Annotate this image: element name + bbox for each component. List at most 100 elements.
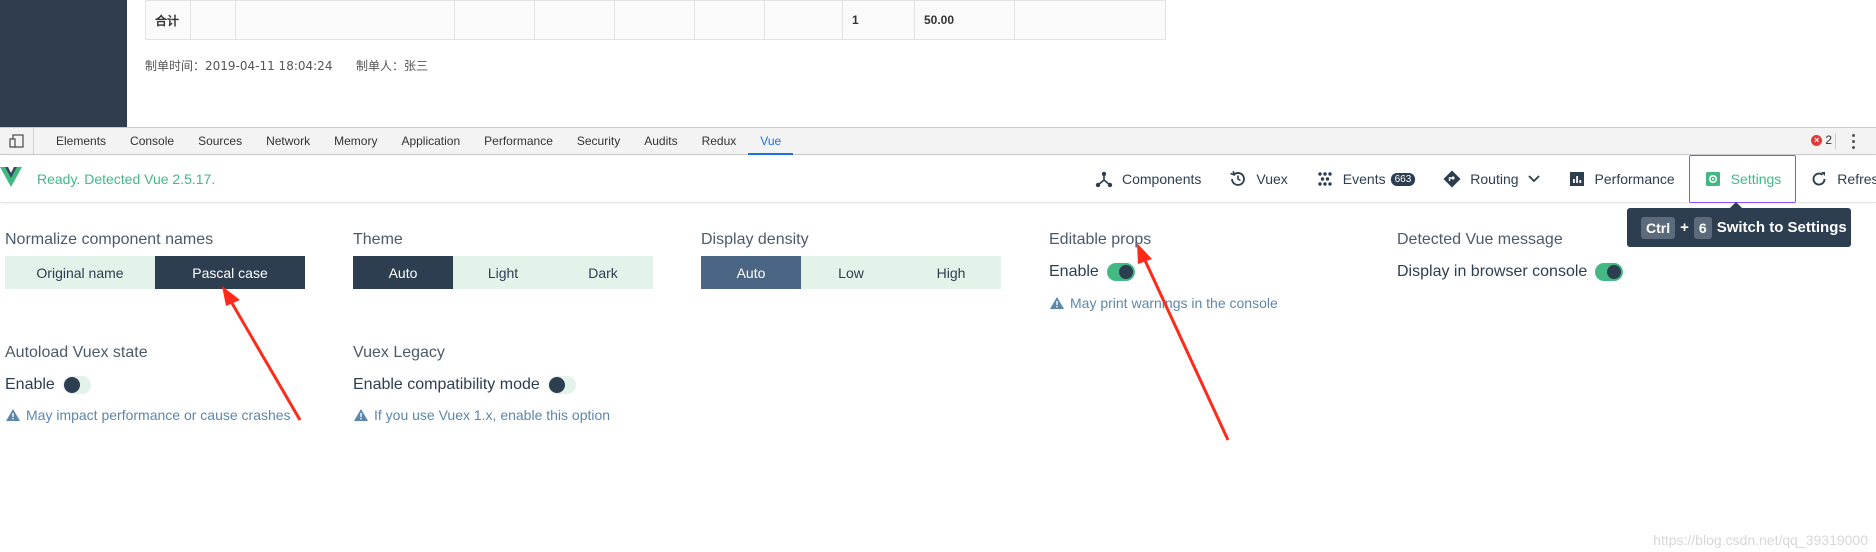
arrow-editable-props	[1137, 243, 1230, 441]
theme-auto-button[interactable]: Auto	[353, 256, 453, 289]
summary-table: 合计 1 50.00	[145, 0, 1166, 40]
nav-settings[interactable]: Settings	[1688, 155, 1797, 203]
error-icon: ×	[1811, 134, 1823, 146]
vuex-legacy-note-text: If you use Vuex 1.x, enable this option	[374, 407, 611, 423]
detected-vue-message-title: Detected Vue message	[1397, 231, 1563, 248]
watermark: https://blog.csdn.net/qq_39319000	[1653, 532, 1868, 548]
vuex-legacy-title: Vuex Legacy	[353, 344, 445, 361]
vuex-legacy-toggle-row[interactable]: Enable compatibility mode	[353, 376, 576, 394]
vue-logo-icon	[0, 167, 22, 187]
editable-props-note: May print warnings in the console	[1050, 295, 1278, 311]
nav-routing-label: Routing	[1470, 171, 1519, 187]
arrow-pascal-case	[222, 286, 302, 421]
nav-refresh[interactable]: Refres	[1796, 155, 1876, 203]
density-auto-button[interactable]: Auto	[701, 256, 801, 289]
detected-vue-message-toggle[interactable]	[1595, 263, 1624, 281]
devtools-tabbar: Elements Console Sources Network Memory …	[0, 127, 1876, 155]
tab-network[interactable]: Network	[254, 128, 322, 154]
pascal-case-button[interactable]: Pascal case	[155, 256, 305, 289]
more-menu-icon[interactable]	[1850, 132, 1856, 150]
tab-audits[interactable]: Audits	[632, 128, 689, 154]
autoload-vuex-title: Autoload Vuex state	[5, 344, 148, 361]
vuex-legacy-toggle[interactable]	[547, 376, 576, 394]
vue-status-text: Ready. Detected Vue 2.5.17.	[37, 171, 216, 187]
editable-props-label: Enable	[1049, 263, 1099, 280]
display-density-title: Display density	[701, 231, 809, 248]
autoload-vuex-toggle-row[interactable]: Enable	[5, 376, 91, 394]
warning-icon	[6, 409, 20, 421]
history-icon	[1230, 171, 1246, 186]
autoload-vuex-note-text: May impact performance or cause crashes	[26, 407, 291, 423]
nav-components[interactable]: Components	[1081, 155, 1215, 203]
tab-security[interactable]: Security	[565, 128, 632, 154]
tab-application[interactable]: Application	[389, 128, 472, 154]
settings-shortcut-tooltip: Ctrl + 6 Switch to Settings	[1627, 202, 1851, 247]
nav-components-label: Components	[1122, 171, 1202, 187]
nav-vuex[interactable]: Vuex	[1215, 155, 1301, 203]
tab-memory[interactable]: Memory	[322, 128, 389, 154]
editable-props-title: Editable props	[1049, 231, 1152, 248]
editable-props-note-text: May print warnings in the console	[1070, 295, 1278, 311]
qty-cell: 1	[842, 0, 915, 40]
warning-icon	[1050, 297, 1064, 309]
error-count: 2	[1825, 133, 1832, 147]
events-count-badge: 663	[1390, 172, 1416, 186]
key-ctrl: Ctrl	[1641, 216, 1676, 239]
vue-nav: Components Vuex Events 663 Routing Perfo…	[1081, 155, 1876, 203]
footer-time: 制单时间：2019-04-11 18:04:24	[145, 59, 333, 73]
tab-elements[interactable]: Elements	[44, 128, 118, 154]
total-label-cell: 合计	[145, 0, 191, 40]
original-name-button[interactable]: Original name	[5, 256, 155, 289]
chevron-down-icon	[1527, 175, 1540, 183]
autoload-vuex-note: May impact performance or cause crashes	[6, 407, 291, 423]
page-sidebar	[0, 0, 127, 127]
nav-performance[interactable]: Performance	[1554, 155, 1689, 203]
tooltip-text: Switch to Settings	[1716, 219, 1847, 236]
toolbar-divider	[1835, 133, 1836, 149]
density-low-button[interactable]: Low	[801, 256, 901, 289]
key-plus: +	[1680, 219, 1689, 236]
detected-vue-message-toggle-row[interactable]: Display in browser console	[1397, 263, 1624, 281]
theme-light-button[interactable]: Light	[453, 256, 553, 289]
error-counter[interactable]: × 2	[1811, 133, 1832, 147]
nav-events-label: Events	[1342, 171, 1386, 187]
table-row: 合计 1 50.00	[145, 0, 1166, 40]
warning-icon	[354, 409, 368, 421]
events-icon	[1318, 172, 1332, 186]
tab-console[interactable]: Console	[118, 128, 186, 154]
nav-performance-label: Performance	[1594, 171, 1675, 187]
nav-settings-label: Settings	[1730, 171, 1782, 187]
bar-chart-icon	[1569, 172, 1584, 186]
normalize-names-title: Normalize component names	[5, 231, 214, 248]
tab-vue[interactable]: Vue	[748, 128, 794, 155]
nav-routing[interactable]: Routing	[1429, 155, 1553, 203]
editable-props-toggle-row[interactable]: Enable	[1049, 263, 1135, 281]
density-high-button[interactable]: High	[901, 256, 1001, 289]
vue-devtools-header: Ready. Detected Vue 2.5.17. Components V…	[0, 155, 1876, 203]
tab-sources[interactable]: Sources	[186, 128, 254, 154]
normalize-names-group: Original name Pascal case	[5, 256, 305, 289]
nav-refresh-label: Refres	[1837, 171, 1876, 187]
nav-vuex-label: Vuex	[1256, 171, 1288, 187]
key-6: 6	[1693, 216, 1712, 239]
components-icon	[1095, 171, 1113, 188]
theme-dark-button[interactable]: Dark	[553, 256, 653, 289]
amount-cell: 50.00	[914, 0, 1015, 40]
vuex-legacy-note: If you use Vuex 1.x, enable this option	[354, 407, 610, 423]
detected-vue-message-label: Display in browser console	[1397, 263, 1588, 280]
refresh-icon	[1812, 172, 1826, 186]
device-toggle-icon[interactable]	[0, 128, 34, 154]
tab-performance[interactable]: Performance	[472, 128, 565, 154]
theme-title: Theme	[353, 231, 403, 248]
nav-events[interactable]: Events 663	[1302, 155, 1430, 203]
autoload-vuex-toggle[interactable]	[62, 376, 91, 394]
autoload-vuex-label: Enable	[5, 376, 55, 393]
vuex-legacy-label: Enable compatibility mode	[353, 376, 540, 393]
theme-group: Auto Light Dark	[353, 256, 653, 289]
footer-maker: 制单人：张三	[356, 59, 429, 73]
settings-icon	[1705, 172, 1720, 186]
editable-props-toggle[interactable]	[1106, 263, 1135, 281]
directions-icon	[1443, 170, 1461, 188]
display-density-group: Auto Low High	[701, 256, 1001, 289]
tab-redux[interactable]: Redux	[690, 128, 749, 154]
